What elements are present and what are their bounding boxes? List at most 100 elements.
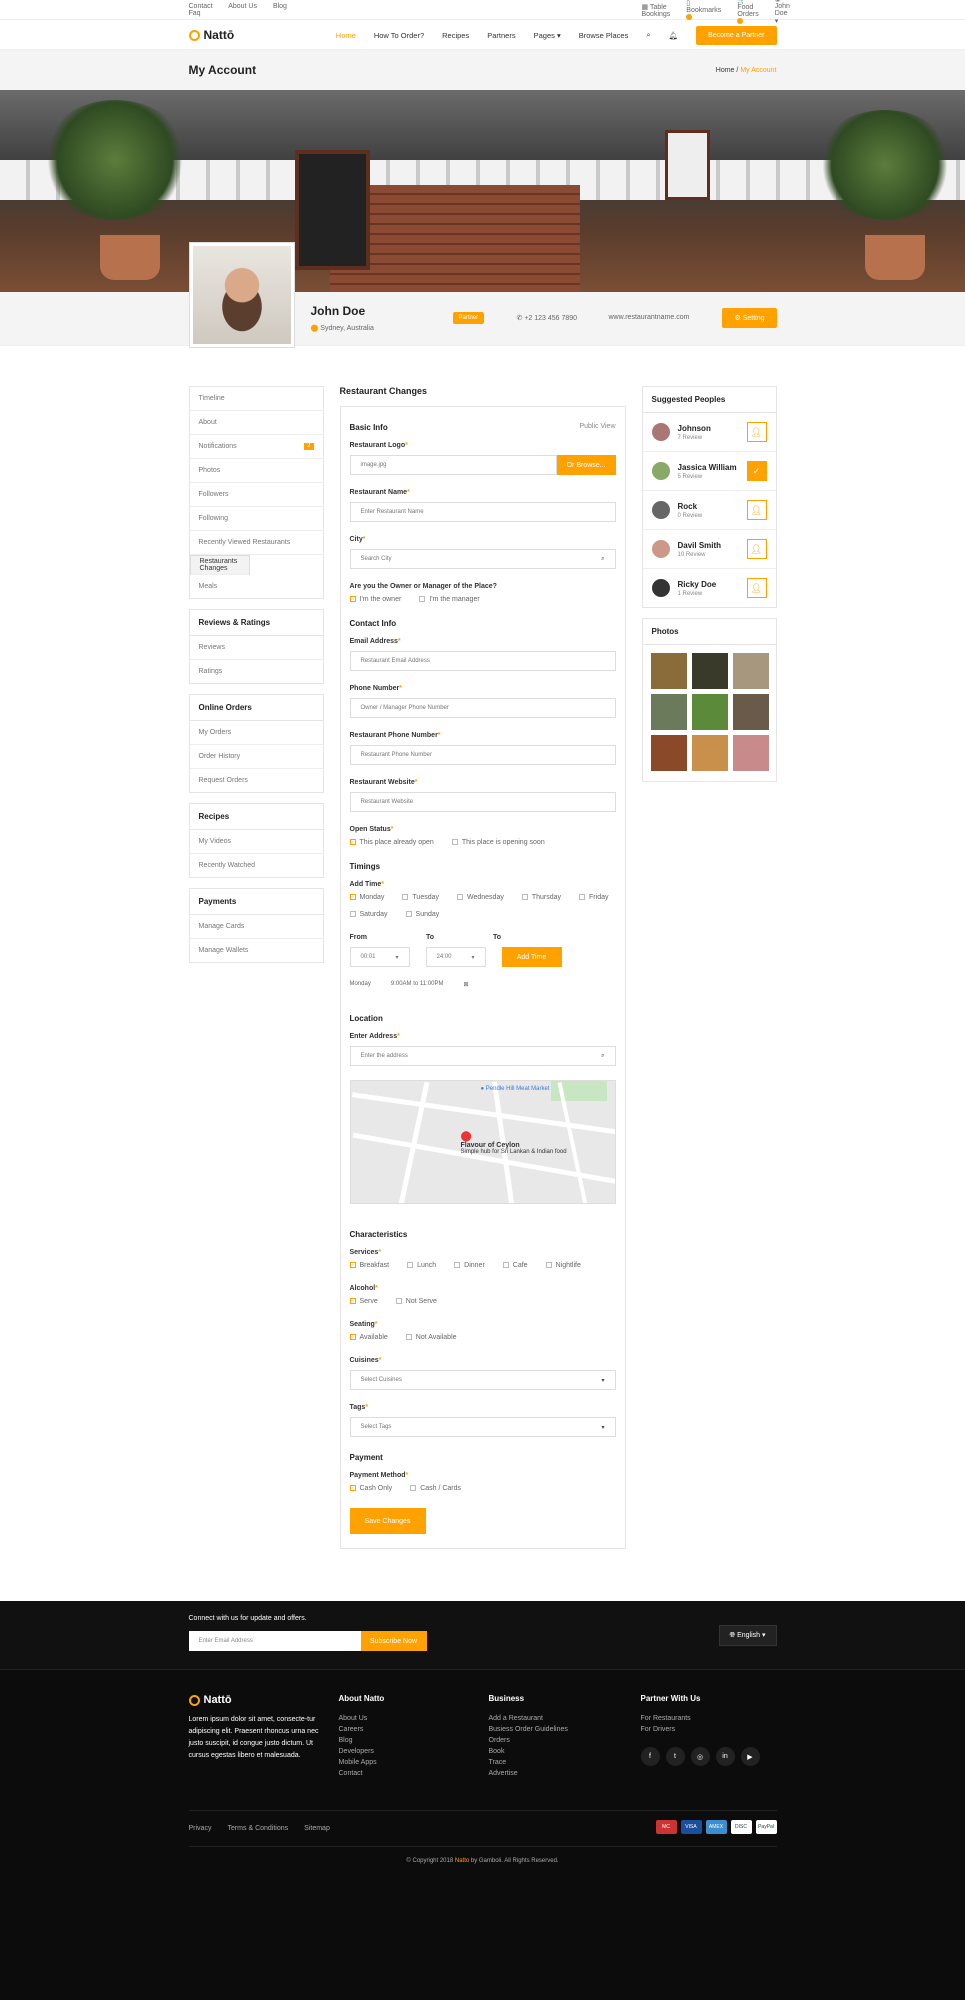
opening-soon-checkbox[interactable]: This place is opening soon	[451, 839, 545, 846]
sidebar-item-timeline[interactable]: Timeline	[189, 387, 323, 411]
topbar-link-about[interactable]: About Us	[228, 3, 257, 10]
save-changes-button[interactable]: Save Changes	[349, 1508, 426, 1534]
sidebar-item-meals[interactable]: Meals	[190, 575, 323, 598]
subscribe-button[interactable]: Subscribe Now	[360, 1631, 427, 1651]
day-sunday-checkbox[interactable]: Sunday	[405, 911, 439, 918]
day-monday-checkbox[interactable]: Monday	[349, 894, 384, 901]
terms-link[interactable]: Terms & Conditions	[227, 1825, 288, 1832]
day-friday-checkbox[interactable]: Friday	[579, 894, 608, 901]
photo-thumb[interactable]	[691, 653, 728, 689]
photo-thumb[interactable]	[691, 694, 728, 730]
nav-how-to-order[interactable]: How To Order?	[374, 31, 424, 40]
twitter-icon[interactable]: t	[665, 1747, 685, 1766]
sidebar-item-recently-viewed[interactable]: Recently Viewed Restaurants	[189, 531, 323, 555]
day-wednesday-checkbox[interactable]: Wednesday	[457, 894, 504, 901]
service-breakfast-checkbox[interactable]: Breakfast	[349, 1262, 389, 1269]
seating-not-available-checkbox[interactable]: Not Available	[405, 1334, 457, 1341]
footer-link[interactable]: Trace	[489, 1759, 629, 1766]
address-input[interactable]: Enter the address ⌕	[349, 1046, 616, 1066]
follow-button[interactable]: 👤︎	[746, 500, 767, 520]
footer-logo[interactable]: Nattō	[188, 1694, 329, 1706]
alcohol-not-serve-checkbox[interactable]: Not Serve	[395, 1298, 437, 1305]
photo-thumb[interactable]	[732, 694, 769, 730]
sidebar-item-recently-watched[interactable]: Recently Watched	[190, 854, 323, 877]
setting-button[interactable]: ⚙ Setting	[722, 308, 777, 328]
sidebar-item-restaurant-changes[interactable]: Restaurants Changes	[189, 555, 250, 575]
facebook-icon[interactable]: f	[640, 1747, 660, 1766]
city-search-input[interactable]: Search City ⌕	[349, 549, 616, 569]
alcohol-serve-checkbox[interactable]: Serve	[349, 1298, 378, 1305]
service-cafe-checkbox[interactable]: Cafe	[502, 1262, 528, 1269]
sidebar-item-manage-wallets[interactable]: Manage Wallets	[190, 939, 323, 962]
restaurant-name-input[interactable]: Enter Restaurant Name	[349, 502, 616, 522]
language-select[interactable]: 🌐︎ English ▾	[718, 1625, 777, 1646]
nav-home[interactable]: Home	[336, 31, 356, 40]
sidebar-item-photos[interactable]: Photos	[189, 459, 323, 483]
footer-link[interactable]: Careers	[339, 1726, 479, 1733]
linkedin-icon[interactable]: in	[715, 1747, 735, 1766]
to-time-select[interactable]: 24:00 ▾	[425, 947, 486, 967]
location-map[interactable]: ● Pendle Hill Meat Market ⬤ Flavour of C…	[349, 1080, 616, 1204]
footer-link[interactable]: Orders	[489, 1737, 629, 1744]
footer-link[interactable]: Blog	[339, 1737, 479, 1744]
footer-link[interactable]: For Drivers	[641, 1726, 781, 1733]
day-tuesday-checkbox[interactable]: Tuesday	[402, 894, 439, 901]
user-menu[interactable]: ◉ John Doe ▾	[775, 0, 790, 25]
follow-button[interactable]: 👤︎	[746, 578, 767, 598]
sidebar-item-order-history[interactable]: Order History	[189, 745, 323, 769]
footer-link[interactable]: About Us	[339, 1715, 479, 1722]
profile-website[interactable]: www.restaurantname.com	[609, 314, 690, 321]
photo-thumb[interactable]	[691, 735, 728, 771]
photo-thumb[interactable]	[650, 653, 687, 689]
service-dinner-checkbox[interactable]: Dinner	[454, 1262, 485, 1269]
day-thursday-checkbox[interactable]: Thursday	[521, 894, 561, 901]
already-open-checkbox[interactable]: This place already open	[349, 839, 434, 846]
owner-phone-input[interactable]: Owner / Manager Phone Number	[349, 698, 616, 718]
profile-avatar[interactable]	[188, 242, 295, 348]
topbar-link-blog[interactable]: Blog	[273, 3, 287, 10]
nav-pages[interactable]: Pages ▾	[534, 31, 561, 40]
public-view-link[interactable]: Public View	[579, 423, 615, 432]
sidebar-item-followers[interactable]: Followers	[189, 483, 323, 507]
seating-available-checkbox[interactable]: Available	[349, 1334, 388, 1341]
from-time-select[interactable]: 00:01 ▾	[349, 947, 410, 967]
browse-button[interactable]: Or Browse...	[556, 455, 616, 475]
map-marker[interactable]: ⬤ Flavour of Ceylon Simple hub for Sri La…	[461, 1131, 567, 1155]
become-partner-button[interactable]: Become a Partner	[696, 25, 777, 45]
sidebar-item-manage-cards[interactable]: Manage Cards	[189, 915, 323, 939]
site-logo[interactable]: Nattō	[188, 28, 234, 42]
sidebar-item-reviews[interactable]: Reviews	[189, 636, 323, 660]
photo-thumb[interactable]	[732, 735, 769, 771]
youtube-icon[interactable]: ▶	[740, 1747, 760, 1766]
tags-select[interactable]: Select Tags ▾	[349, 1417, 616, 1437]
follow-button[interactable]: 👤︎	[746, 422, 767, 442]
sidebar-item-my-orders[interactable]: My Orders	[189, 721, 323, 745]
nav-partners[interactable]: Partners	[487, 31, 515, 40]
table-bookings-link[interactable]: ▦ Table Bookings	[642, 3, 671, 18]
instagram-icon[interactable]: ◎	[690, 1747, 710, 1766]
sidebar-item-request-orders[interactable]: Request Orders	[190, 769, 323, 792]
breadcrumb-home[interactable]: Home	[716, 67, 735, 74]
sidebar-item-notifications[interactable]: Notifications 2	[189, 435, 323, 459]
day-saturday-checkbox[interactable]: Saturday	[349, 911, 388, 918]
footer-link[interactable]: Busiess Order Guidelines	[489, 1726, 629, 1733]
logo-file-input[interactable]: image.jpg	[349, 455, 557, 475]
photo-thumb[interactable]	[650, 735, 687, 771]
topbar-link-contact[interactable]: Contact	[189, 3, 213, 10]
owner-checkbox[interactable]: I'm the owner	[349, 596, 401, 603]
add-time-button[interactable]: Add Time	[501, 947, 562, 967]
footer-link[interactable]: Mobile Apps	[339, 1759, 479, 1766]
sidebar-item-about[interactable]: About	[189, 411, 323, 435]
bookmarks-link[interactable]: ▯ Bookmarks	[686, 0, 721, 21]
following-button[interactable]: ✓	[746, 461, 767, 481]
follow-button[interactable]: 👤︎	[746, 539, 767, 559]
email-input[interactable]: Restaurant Email Address	[349, 651, 616, 671]
search-icon[interactable]: ⌕	[646, 30, 650, 40]
footer-link[interactable]: Advertise	[489, 1770, 629, 1777]
bell-icon[interactable]: 🔔︎	[669, 31, 679, 40]
footer-link[interactable]: For Restaurants	[641, 1715, 781, 1722]
remove-time-icon[interactable]: ⊠	[463, 981, 468, 988]
service-lunch-checkbox[interactable]: Lunch	[407, 1262, 436, 1269]
footer-link[interactable]: Book	[489, 1748, 629, 1755]
cuisines-select[interactable]: Select Cuisines ▾	[349, 1370, 616, 1390]
